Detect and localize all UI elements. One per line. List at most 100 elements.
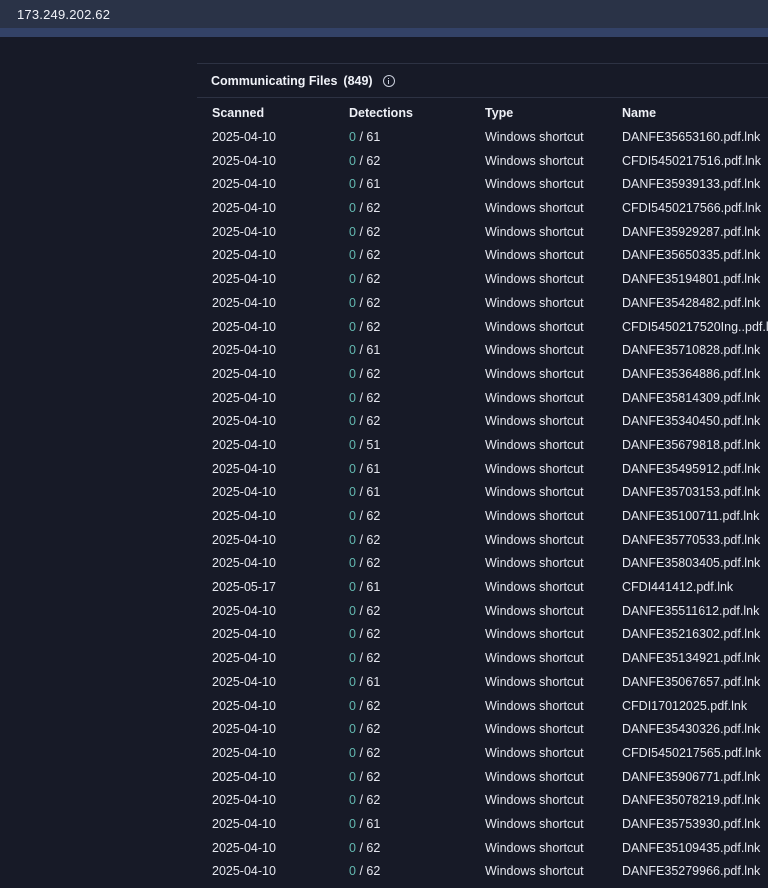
- table-body: 2025-04-10 0 / 61 Windows shortcut DANFE356…: [197, 130, 768, 888]
- file-name-link[interactable]: DANFE35814309.pdf.lnk: [622, 391, 760, 405]
- column-header-type[interactable]: Type: [485, 106, 513, 120]
- file-name-link[interactable]: DANFE35109435.pdf.lnk: [622, 841, 760, 855]
- column-header-detections[interactable]: Detections: [349, 106, 413, 120]
- detections-cell: 0 / 62: [349, 699, 380, 713]
- info-icon[interactable]: [382, 75, 395, 87]
- file-name-link[interactable]: CFDI5450217565.pdf.lnk: [622, 746, 761, 760]
- detections-positive: 0: [349, 580, 356, 595]
- file-name-link[interactable]: DANFE35803405.pdf.lnk: [622, 556, 760, 570]
- detections-cell: 0 / 62: [349, 793, 380, 807]
- table-row[interactable]: 2025-04-10 0 / 62 Windows shortcut CFDI1701…: [197, 699, 768, 723]
- file-name-link[interactable]: DANFE35428482.pdf.lnk: [622, 296, 760, 310]
- table-row[interactable]: 2025-04-10 0 / 61 Windows shortcut DANFE354…: [197, 462, 768, 486]
- table-row[interactable]: 2025-04-10 0 / 61 Windows shortcut DANFE357…: [197, 343, 768, 367]
- table-row[interactable]: 2025-04-10 0 / 62 Windows shortcut CFDI5450…: [197, 320, 768, 344]
- file-name-link[interactable]: DANFE35650335.pdf.lnk: [622, 248, 760, 262]
- file-type: Windows shortcut: [485, 532, 584, 547]
- file-name-link[interactable]: CFDI5450217516.pdf.lnk: [622, 154, 761, 168]
- detections-total: / 62: [359, 745, 381, 760]
- table-row[interactable]: 2025-04-10 0 / 62 Windows shortcut DANFE355…: [197, 604, 768, 628]
- file-name-link[interactable]: DANFE35906771.pdf.lnk: [622, 770, 760, 784]
- file-name-link[interactable]: DANFE35653160.pdf.lnk: [622, 130, 760, 144]
- file-name-link[interactable]: DANFE35710828.pdf.lnk: [622, 343, 760, 357]
- file-name-link[interactable]: CFDI5450217566.pdf.lnk: [622, 201, 761, 215]
- table-row[interactable]: 2025-04-10 0 / 62 Windows shortcut CFDI5450…: [197, 154, 768, 178]
- file-name-link[interactable]: DANFE35364886.pdf.lnk: [622, 367, 760, 381]
- table-row[interactable]: 2025-04-10 0 / 62 Windows shortcut DANFE352…: [197, 627, 768, 651]
- file-name-link[interactable]: CFDI5450217520Ing..pdf.lnk: [622, 320, 768, 334]
- table-row[interactable]: 2025-04-10 0 / 62 Windows shortcut DANFE352…: [197, 864, 768, 888]
- scanned-date: 2025-05-17: [212, 580, 276, 595]
- table-row[interactable]: 2025-04-10 0 / 62 Windows shortcut DANFE359…: [197, 225, 768, 249]
- file-name-link[interactable]: DANFE35078219.pdf.lnk: [622, 793, 760, 807]
- file-type: Windows shortcut: [485, 816, 584, 831]
- file-type: Windows shortcut: [485, 130, 584, 144]
- table-row[interactable]: 2025-04-10 0 / 51 Windows shortcut DANFE356…: [197, 438, 768, 462]
- table-row[interactable]: 2025-04-10 0 / 61 Windows shortcut DANFE357…: [197, 817, 768, 841]
- table-row[interactable]: 2025-04-10 0 / 62 Windows shortcut DANFE359…: [197, 770, 768, 794]
- scanned-date: 2025-04-10: [212, 295, 276, 310]
- table-row[interactable]: 2025-04-10 0 / 62 Windows shortcut DANFE351…: [197, 841, 768, 865]
- detections-total: / 62: [359, 414, 381, 429]
- table-row[interactable]: 2025-04-10 0 / 61 Windows shortcut DANFE356…: [197, 130, 768, 154]
- file-type: Windows shortcut: [485, 295, 584, 310]
- detections-positive: 0: [349, 272, 356, 287]
- file-name-link[interactable]: DANFE35753930.pdf.lnk: [622, 817, 760, 831]
- file-name-link[interactable]: DANFE35770533.pdf.lnk: [622, 533, 760, 547]
- table-row[interactable]: 2025-04-10 0 / 62 Windows shortcut DANFE354…: [197, 722, 768, 746]
- table-row[interactable]: 2025-04-10 0 / 62 Windows shortcut DANFE351…: [197, 509, 768, 533]
- file-name-link[interactable]: DANFE35430326.pdf.lnk: [622, 722, 760, 736]
- file-name-link[interactable]: DANFE35511612.pdf.lnk: [622, 604, 759, 618]
- file-name-link[interactable]: DANFE35067657.pdf.lnk: [622, 675, 760, 689]
- file-name-link[interactable]: DANFE35679818.pdf.lnk: [622, 438, 760, 452]
- file-name-link[interactable]: CFDI17012025.pdf.lnk: [622, 699, 747, 713]
- table-row[interactable]: 2025-04-10 0 / 62 Windows shortcut DANFE350…: [197, 793, 768, 817]
- file-type: Windows shortcut: [485, 864, 584, 879]
- section-title: Communicating Files: [211, 74, 338, 88]
- detections-total: / 62: [359, 793, 381, 808]
- table-row[interactable]: 2025-04-10 0 / 62 Windows shortcut DANFE351…: [197, 272, 768, 296]
- table-row[interactable]: 2025-04-10 0 / 62 Windows shortcut CFDI5450…: [197, 201, 768, 225]
- column-header-scanned[interactable]: Scanned: [212, 106, 264, 120]
- table-row[interactable]: 2025-04-10 0 / 62 Windows shortcut DANFE358…: [197, 556, 768, 580]
- file-name-link[interactable]: DANFE35194801.pdf.lnk: [622, 272, 760, 286]
- scanned-date: 2025-04-10: [212, 272, 276, 287]
- table-row[interactable]: 2025-05-17 0 / 61 Windows shortcut CFDI4414…: [197, 580, 768, 604]
- file-name-link[interactable]: DANFE35134921.pdf.lnk: [622, 651, 760, 665]
- file-name-link[interactable]: DANFE35939133.pdf.lnk: [622, 177, 760, 191]
- column-header-name[interactable]: Name: [622, 106, 656, 120]
- detections-cell: 0 / 62: [349, 841, 380, 855]
- file-name-link[interactable]: CFDI441412.pdf.lnk: [622, 580, 733, 594]
- file-name-link[interactable]: DANFE35929287.pdf.lnk: [622, 225, 760, 239]
- scanned-date: 2025-04-10: [212, 319, 276, 334]
- detections-cell: 0 / 62: [349, 320, 380, 334]
- detections-cell: 0 / 62: [349, 746, 380, 760]
- table-row[interactable]: 2025-04-10 0 / 62 Windows shortcut DANFE357…: [197, 533, 768, 557]
- table-row[interactable]: 2025-04-10 0 / 62 Windows shortcut DANFE356…: [197, 248, 768, 272]
- file-name-link[interactable]: DANFE35340450.pdf.lnk: [622, 414, 760, 428]
- file-name-link[interactable]: DANFE35495912.pdf.lnk: [622, 462, 760, 476]
- file-name-link[interactable]: DANFE35216302.pdf.lnk: [622, 627, 760, 641]
- table-row[interactable]: 2025-04-10 0 / 62 Windows shortcut DANFE353…: [197, 367, 768, 391]
- detections-cell: 0 / 62: [349, 414, 380, 428]
- file-name-link[interactable]: DANFE35100711.pdf.lnk: [622, 509, 759, 523]
- file-type: Windows shortcut: [485, 485, 584, 500]
- detections-cell: 0 / 62: [349, 296, 380, 310]
- table-row[interactable]: 2025-04-10 0 / 62 Windows shortcut CFDI5450…: [197, 746, 768, 770]
- file-name-link[interactable]: DANFE35703153.pdf.lnk: [622, 485, 760, 499]
- detections-total: / 62: [359, 390, 381, 405]
- scanned-date: 2025-04-10: [212, 130, 276, 144]
- detections-total: / 61: [359, 580, 381, 595]
- table-row[interactable]: 2025-04-10 0 / 61 Windows shortcut DANFE350…: [197, 675, 768, 699]
- detections-cell: 0 / 62: [349, 201, 380, 215]
- communicating-files-table: Scanned Detections Type Name 2025-04-10 0…: [197, 106, 768, 888]
- table-row[interactable]: 2025-04-10 0 / 61 Windows shortcut DANFE357…: [197, 485, 768, 509]
- table-row[interactable]: 2025-04-10 0 / 62 Windows shortcut DANFE353…: [197, 414, 768, 438]
- table-row[interactable]: 2025-04-10 0 / 62 Windows shortcut DANFE351…: [197, 651, 768, 675]
- table-row[interactable]: 2025-04-10 0 / 61 Windows shortcut DANFE359…: [197, 177, 768, 201]
- detections-positive: 0: [349, 722, 356, 737]
- file-name-link[interactable]: DANFE35279966.pdf.lnk: [622, 864, 760, 878]
- table-row[interactable]: 2025-04-10 0 / 62 Windows shortcut DANFE358…: [197, 391, 768, 415]
- table-row[interactable]: 2025-04-10 0 / 62 Windows shortcut DANFE354…: [197, 296, 768, 320]
- detections-total: / 62: [359, 509, 381, 523]
